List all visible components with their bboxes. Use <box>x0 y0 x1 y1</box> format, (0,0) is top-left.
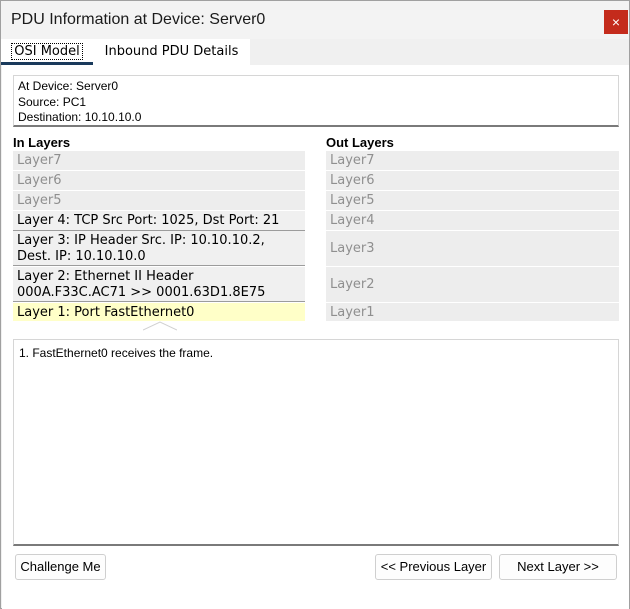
osi-model-panel: At Device: Server0 Source: PC1 Destinati… <box>2 65 629 609</box>
out-layer-3[interactable]: Layer3 <box>326 231 619 267</box>
in-layer-label: Layer 3: IP Header Src. IP: 10.10.10.2, <box>17 233 265 248</box>
out-layers-header: Out Layers <box>326 135 394 150</box>
device-info-box: At Device: Server0 Source: PC1 Destinati… <box>13 75 619 127</box>
in-layer-label: Layer7 <box>17 153 62 168</box>
layer-description-box: 1. FastEthernet0 receives the frame. <box>13 339 619 546</box>
challenge-me-button[interactable]: Challenge Me <box>15 554 106 580</box>
next-layer-button[interactable]: Next Layer >> <box>499 554 617 580</box>
out-layer-5[interactable]: Layer5 <box>326 191 619 211</box>
in-layer-label-line2: 000A.F33C.AC71 >> 0001.63D1.8E75 <box>17 285 266 300</box>
in-layer-2[interactable]: Layer 2: Ethernet II Header 000A.F33C.AC… <box>13 267 305 302</box>
in-layer-6[interactable]: Layer6 <box>13 171 305 191</box>
in-layer-4[interactable]: Layer 4: TCP Src Port: 1025, Dst Port: 2… <box>13 211 305 231</box>
title-bar: PDU Information at Device: Server0 × <box>1 1 629 39</box>
in-layer-label: Layer 4: TCP Src Port: 1025, Dst Port: 2… <box>17 213 280 228</box>
previous-layer-button[interactable]: << Previous Layer <box>375 554 492 580</box>
in-layer-1[interactable]: Layer 1: Port FastEthernet0 <box>13 303 305 322</box>
layer-description-text: 1. FastEthernet0 receives the frame. <box>19 346 214 360</box>
out-layer-1[interactable]: Layer1 <box>326 303 619 322</box>
out-layer-7[interactable]: Layer7 <box>326 151 619 171</box>
tab-label: OSI Model <box>11 43 83 60</box>
in-layer-label: Layer5 <box>17 193 62 208</box>
in-layer-label: Layer 1: Port FastEthernet0 <box>17 305 195 320</box>
tab-osi-model[interactable]: OSI Model <box>1 39 93 65</box>
pdu-information-window: PDU Information at Device: Server0 × OSI… <box>0 0 630 609</box>
out-layer-4[interactable]: Layer4 <box>326 211 619 231</box>
in-layer-label: Layer 2: Ethernet II Header <box>17 269 194 284</box>
in-layer-label-line2: Dest. IP: 10.10.10.0 <box>17 249 146 264</box>
in-layer-3[interactable]: Layer 3: IP Header Src. IP: 10.10.10.2, … <box>13 231 305 266</box>
in-layer-5[interactable]: Layer5 <box>13 191 305 211</box>
splitter-notch <box>143 321 177 331</box>
destination-line: Destination: 10.10.10.0 <box>18 110 142 124</box>
window-title: PDU Information at Device: Server0 <box>11 11 266 28</box>
out-layer-6[interactable]: Layer6 <box>326 171 619 191</box>
source-line: Source: PC1 <box>18 94 87 109</box>
in-layers-header: In Layers <box>13 135 71 150</box>
close-button[interactable]: × <box>604 10 628 34</box>
out-layer-2[interactable]: Layer2 <box>326 267 619 303</box>
device-line: At Device: Server0 <box>18 79 119 93</box>
tab-strip: OSI Model Inbound PDU Details <box>1 39 629 65</box>
in-layer-label: Layer6 <box>17 173 62 188</box>
in-layer-7[interactable]: Layer7 <box>13 151 305 171</box>
tab-inbound-pdu-details[interactable]: Inbound PDU Details <box>93 39 250 65</box>
